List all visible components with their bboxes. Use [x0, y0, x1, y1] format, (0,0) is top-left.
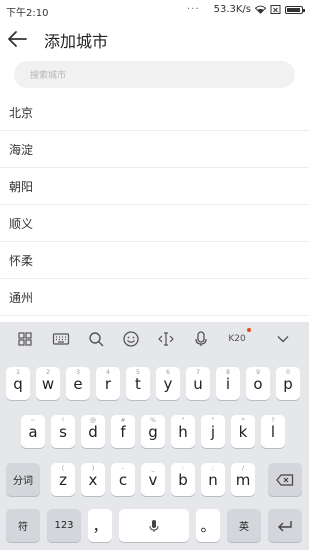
- key-q[interactable]: 1q: [6, 367, 30, 400]
- city-list: 北京 海淀 朝阳 顺义 怀柔 通州: [0, 94, 309, 316]
- city-item-tongzhou[interactable]: 通州: [0, 279, 309, 316]
- voice-icon[interactable]: [191, 329, 211, 349]
- key-k[interactable]: * k: [231, 415, 255, 448]
- comma-key[interactable]: ，: [88, 509, 112, 542]
- key-g[interactable]: % g: [141, 415, 165, 448]
- wifi-icon: [255, 5, 266, 14]
- search-placeholder: 搜索城市: [30, 71, 67, 81]
- space-key[interactable]: [119, 509, 189, 542]
- city-item-shunyi[interactable]: 顺义: [0, 205, 309, 242]
- key-u[interactable]: 7u: [186, 367, 210, 400]
- key-f[interactable]: # f: [111, 415, 135, 448]
- city-item-beijing[interactable]: 北京: [0, 94, 309, 131]
- period-key[interactable]: 。: [196, 509, 220, 542]
- collapse-keyboard-icon[interactable]: [273, 329, 293, 349]
- microphone-icon: [149, 519, 159, 532]
- language-switch-key[interactable]: 英: [227, 509, 261, 542]
- page-title: 添加城市: [44, 32, 109, 51]
- backspace-icon: [276, 473, 294, 486]
- enter-icon: [278, 520, 292, 531]
- key-c[interactable]: -c: [111, 463, 135, 496]
- header: 添加城市: [0, 22, 309, 56]
- k20-button[interactable]: K20: [225, 328, 251, 349]
- cursor-move-icon[interactable]: [156, 329, 176, 349]
- soft-keyboard: K20 1q 2w 3e 4r 5t 6y 7u 8i 9o 0p ~ a ! s …: [0, 322, 309, 550]
- key-t[interactable]: 5t: [126, 367, 150, 400]
- key-p[interactable]: 0p: [276, 367, 300, 400]
- keyboard-icon[interactable]: [51, 329, 71, 349]
- key-h[interactable]: " h: [171, 415, 195, 448]
- city-item-haidian[interactable]: 海淀: [0, 131, 309, 168]
- key-r[interactable]: 4r: [96, 367, 120, 400]
- key-d[interactable]: @ d: [81, 415, 105, 448]
- search-icon[interactable]: [86, 329, 106, 349]
- battery-icon: [285, 5, 305, 14]
- key-l[interactable]: ? l: [261, 415, 285, 448]
- key-m[interactable]: / m: [231, 463, 255, 496]
- backspace-key[interactable]: [268, 463, 302, 496]
- number-key[interactable]: 123: [47, 509, 81, 542]
- key-j[interactable]: " j: [201, 415, 225, 448]
- status-time: 下午2:10: [6, 8, 49, 19]
- key-y[interactable]: 6y: [156, 367, 180, 400]
- key-b[interactable]: :b: [171, 463, 195, 496]
- back-arrow-icon[interactable]: [6, 28, 28, 50]
- key-a[interactable]: ~ a: [21, 415, 45, 448]
- status-dots: ···: [187, 4, 200, 15]
- city-item-huairou[interactable]: 怀柔: [0, 242, 309, 279]
- emoji-icon[interactable]: [121, 329, 141, 349]
- symbol-key[interactable]: 符: [6, 509, 40, 542]
- city-item-chaoyang[interactable]: 朝阳: [0, 168, 309, 205]
- notification-dot: [247, 328, 251, 332]
- sim-icon: [270, 5, 281, 14]
- key-v[interactable]: _ v: [141, 463, 165, 496]
- key-s[interactable]: ! s: [51, 415, 75, 448]
- key-x[interactable]: ) x: [81, 463, 105, 496]
- status-indicators: ··· 53.3K/s: [187, 4, 305, 15]
- key-n[interactable]: ; n: [201, 463, 225, 496]
- key-i[interactable]: 8i: [216, 367, 240, 400]
- key-z[interactable]: (z: [51, 463, 75, 496]
- grid-menu-icon[interactable]: [15, 329, 35, 349]
- enter-key[interactable]: [268, 509, 302, 542]
- keyboard-toolbar: K20: [0, 322, 309, 356]
- network-speed: 53.3K/s: [213, 4, 251, 15]
- word-split-key[interactable]: 分词: [6, 463, 40, 496]
- k20-label: K20: [228, 334, 246, 344]
- key-w[interactable]: 2w: [36, 367, 60, 400]
- status-bar: 下午2:10 ··· 53.3K/s: [0, 0, 309, 22]
- key-e[interactable]: 3e: [66, 367, 90, 400]
- key-o[interactable]: 9o: [246, 367, 270, 400]
- search-input[interactable]: 搜索城市: [14, 61, 295, 88]
